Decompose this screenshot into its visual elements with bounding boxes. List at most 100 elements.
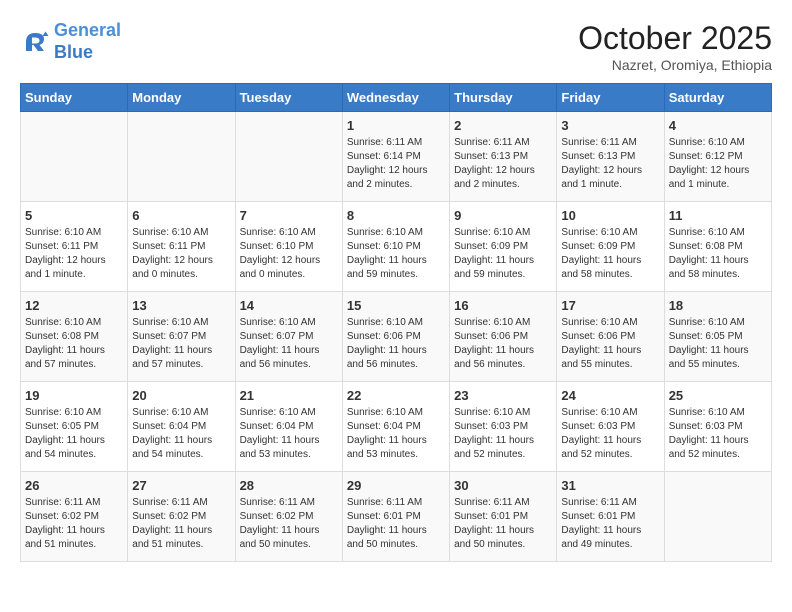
day-number: 24 [561, 388, 659, 403]
day-info: Sunrise: 6:11 AM Sunset: 6:13 PM Dayligh… [561, 136, 659, 192]
calendar-cell: 13Sunrise: 6:10 AM Sunset: 6:07 PM Dayli… [128, 292, 235, 382]
calendar-cell: 10 Sunrise: 6:10 AM Sunset: 6:09 PM Dayli… [557, 202, 664, 292]
day-number: 17 [561, 298, 659, 313]
day-info: Sunrise: 6:10 AM Sunset: 6:07 PM Dayligh… [132, 316, 230, 372]
day-info: Sunrise: 6:10 AM Sunset: 6:09 PM Dayligh… [454, 226, 552, 282]
day-info: Sunrise: 6:10 AM Sunset: 6:11 PM Dayligh… [132, 226, 230, 282]
day-info: Sunrise: 6:10 AM Sunset: 6:11 PM Dayligh… [25, 226, 123, 282]
day-number: 2 [454, 118, 552, 133]
weekday-header: Saturday [664, 84, 771, 112]
weekday-header: Friday [557, 84, 664, 112]
day-info: Sunrise: 6:10 AM Sunset: 6:10 PM Dayligh… [240, 226, 338, 282]
day-info: Sunrise: 6:11 AM Sunset: 6:01 PM Dayligh… [454, 496, 552, 552]
day-number: 11 [669, 208, 767, 223]
day-number: 1 [347, 118, 445, 133]
day-number: 18 [669, 298, 767, 313]
calendar-cell: 29Sunrise: 6:11 AM Sunset: 6:01 PM Dayli… [342, 472, 449, 562]
calendar-cell: 2 Sunrise: 6:11 AM Sunset: 6:13 PM Daylig… [450, 112, 557, 202]
calendar-cell: 17Sunrise: 6:10 AM Sunset: 6:06 PM Dayli… [557, 292, 664, 382]
calendar-cell: 22 Sunrise: 6:10 AM Sunset: 6:04 PM Dayli… [342, 382, 449, 472]
day-number: 15 [347, 298, 445, 313]
month-title: October 2025 [578, 20, 772, 57]
calendar-cell: 16 Sunrise: 6:10 AM Sunset: 6:06 PM Dayli… [450, 292, 557, 382]
calendar-cell: 26 Sunrise: 6:11 AM Sunset: 6:02 PM Dayli… [21, 472, 128, 562]
day-info: Sunrise: 6:10 AM Sunset: 6:04 PM Dayligh… [132, 406, 230, 462]
weekday-header: Thursday [450, 84, 557, 112]
calendar-cell: 24 Sunrise: 6:10 AM Sunset: 6:03 PM Dayli… [557, 382, 664, 472]
day-info: Sunrise: 6:10 AM Sunset: 6:04 PM Dayligh… [240, 406, 338, 462]
weekday-header: Tuesday [235, 84, 342, 112]
day-number: 28 [240, 478, 338, 493]
day-info: Sunrise: 6:10 AM Sunset: 6:12 PM Dayligh… [669, 136, 767, 192]
calendar-cell: 9 Sunrise: 6:10 AM Sunset: 6:09 PM Daylig… [450, 202, 557, 292]
day-number: 8 [347, 208, 445, 223]
day-info: Sunrise: 6:10 AM Sunset: 6:04 PM Dayligh… [347, 406, 445, 462]
day-number: 16 [454, 298, 552, 313]
weekday-header: Sunday [21, 84, 128, 112]
day-info: Sunrise: 6:10 AM Sunset: 6:03 PM Dayligh… [561, 406, 659, 462]
day-number: 7 [240, 208, 338, 223]
day-info: Sunrise: 6:11 AM Sunset: 6:01 PM Dayligh… [347, 496, 445, 552]
weekday-header: Monday [128, 84, 235, 112]
page-header: General Blue October 2025 Nazret, Oromiy… [20, 20, 772, 73]
day-number: 14 [240, 298, 338, 313]
day-number: 22 [347, 388, 445, 403]
calendar-cell: 19 Sunrise: 6:10 AM Sunset: 6:05 PM Dayli… [21, 382, 128, 472]
logo-text: General Blue [54, 20, 121, 63]
calendar-cell: 21 Sunrise: 6:10 AM Sunset: 6:04 PM Dayli… [235, 382, 342, 472]
day-info: Sunrise: 6:11 AM Sunset: 6:02 PM Dayligh… [25, 496, 123, 552]
day-number: 6 [132, 208, 230, 223]
calendar-cell: 28 Sunrise: 6:11 AM Sunset: 6:02 PM Dayli… [235, 472, 342, 562]
day-number: 12 [25, 298, 123, 313]
day-info: Sunrise: 6:11 AM Sunset: 6:13 PM Dayligh… [454, 136, 552, 192]
day-number: 10 [561, 208, 659, 223]
day-info: Sunrise: 6:10 AM Sunset: 6:10 PM Dayligh… [347, 226, 445, 282]
day-info: Sunrise: 6:10 AM Sunset: 6:03 PM Dayligh… [454, 406, 552, 462]
day-info: Sunrise: 6:10 AM Sunset: 6:09 PM Dayligh… [561, 226, 659, 282]
calendar-cell: 30 Sunrise: 6:11 AM Sunset: 6:01 PM Dayli… [450, 472, 557, 562]
day-number: 26 [25, 478, 123, 493]
calendar-cell: 12Sunrise: 6:10 AM Sunset: 6:08 PM Dayli… [21, 292, 128, 382]
day-info: Sunrise: 6:11 AM Sunset: 6:01 PM Dayligh… [561, 496, 659, 552]
day-info: Sunrise: 6:10 AM Sunset: 6:06 PM Dayligh… [454, 316, 552, 372]
calendar-cell: 20 Sunrise: 6:10 AM Sunset: 6:04 PM Dayli… [128, 382, 235, 472]
calendar-cell: 15 Sunrise: 6:10 AM Sunset: 6:06 PM Dayli… [342, 292, 449, 382]
day-number: 27 [132, 478, 230, 493]
calendar-cell: 7 Sunrise: 6:10 AM Sunset: 6:10 PM Daylig… [235, 202, 342, 292]
calendar-cell [128, 112, 235, 202]
weekday-header-row: SundayMondayTuesdayWednesdayThursdayFrid… [21, 84, 772, 112]
day-info: Sunrise: 6:11 AM Sunset: 6:02 PM Dayligh… [240, 496, 338, 552]
calendar-cell: 27Sunrise: 6:11 AM Sunset: 6:02 PM Dayli… [128, 472, 235, 562]
day-number: 9 [454, 208, 552, 223]
day-number: 25 [669, 388, 767, 403]
day-info: Sunrise: 6:10 AM Sunset: 6:07 PM Dayligh… [240, 316, 338, 372]
day-number: 23 [454, 388, 552, 403]
day-info: Sunrise: 6:10 AM Sunset: 6:05 PM Dayligh… [669, 316, 767, 372]
day-number: 4 [669, 118, 767, 133]
day-number: 20 [132, 388, 230, 403]
day-info: Sunrise: 6:10 AM Sunset: 6:06 PM Dayligh… [347, 316, 445, 372]
calendar-week-row: 26 Sunrise: 6:11 AM Sunset: 6:02 PM Dayli… [21, 472, 772, 562]
calendar-cell: 31 Sunrise: 6:11 AM Sunset: 6:01 PM Dayli… [557, 472, 664, 562]
calendar-table: SundayMondayTuesdayWednesdayThursdayFrid… [20, 83, 772, 562]
day-number: 30 [454, 478, 552, 493]
calendar-cell: 5Sunrise: 6:10 AM Sunset: 6:11 PM Daylig… [21, 202, 128, 292]
calendar-week-row: 12Sunrise: 6:10 AM Sunset: 6:08 PM Dayli… [21, 292, 772, 382]
calendar-cell: 18 Sunrise: 6:10 AM Sunset: 6:05 PM Dayli… [664, 292, 771, 382]
calendar-cell: 14 Sunrise: 6:10 AM Sunset: 6:07 PM Dayli… [235, 292, 342, 382]
day-info: Sunrise: 6:10 AM Sunset: 6:03 PM Dayligh… [669, 406, 767, 462]
day-number: 19 [25, 388, 123, 403]
day-number: 31 [561, 478, 659, 493]
title-block: October 2025 Nazret, Oromiya, Ethiopia [578, 20, 772, 73]
calendar-cell: 3Sunrise: 6:11 AM Sunset: 6:13 PM Daylig… [557, 112, 664, 202]
location-subtitle: Nazret, Oromiya, Ethiopia [578, 57, 772, 73]
day-info: Sunrise: 6:10 AM Sunset: 6:05 PM Dayligh… [25, 406, 123, 462]
calendar-week-row: 19 Sunrise: 6:10 AM Sunset: 6:05 PM Dayli… [21, 382, 772, 472]
calendar-cell [21, 112, 128, 202]
day-info: Sunrise: 6:10 AM Sunset: 6:08 PM Dayligh… [669, 226, 767, 282]
calendar-week-row: 5Sunrise: 6:10 AM Sunset: 6:11 PM Daylig… [21, 202, 772, 292]
logo-icon [20, 27, 50, 57]
weekday-header: Wednesday [342, 84, 449, 112]
day-number: 21 [240, 388, 338, 403]
calendar-cell: 1Sunrise: 6:11 AM Sunset: 6:14 PM Daylig… [342, 112, 449, 202]
